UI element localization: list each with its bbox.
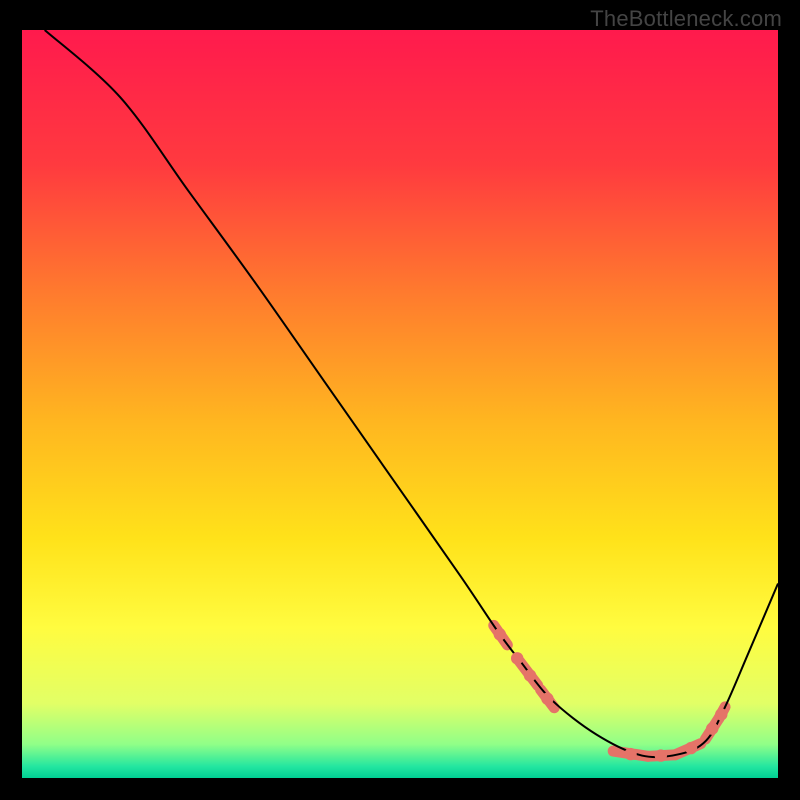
marker-dot bbox=[655, 749, 667, 761]
chart-frame: TheBottleneck.com bbox=[0, 0, 800, 800]
marker-dot bbox=[706, 722, 718, 734]
marker-dot bbox=[524, 669, 536, 681]
marker-dot bbox=[494, 628, 506, 640]
watermark-text: TheBottleneck.com bbox=[590, 6, 782, 32]
marker-dot bbox=[511, 652, 523, 664]
marker-dot bbox=[685, 742, 697, 754]
marker-dot bbox=[541, 693, 553, 705]
marker-dot bbox=[715, 708, 727, 720]
gradient-background bbox=[22, 30, 778, 778]
marker-dot bbox=[624, 748, 636, 760]
chart-svg bbox=[22, 30, 778, 778]
plot-area bbox=[22, 30, 778, 778]
